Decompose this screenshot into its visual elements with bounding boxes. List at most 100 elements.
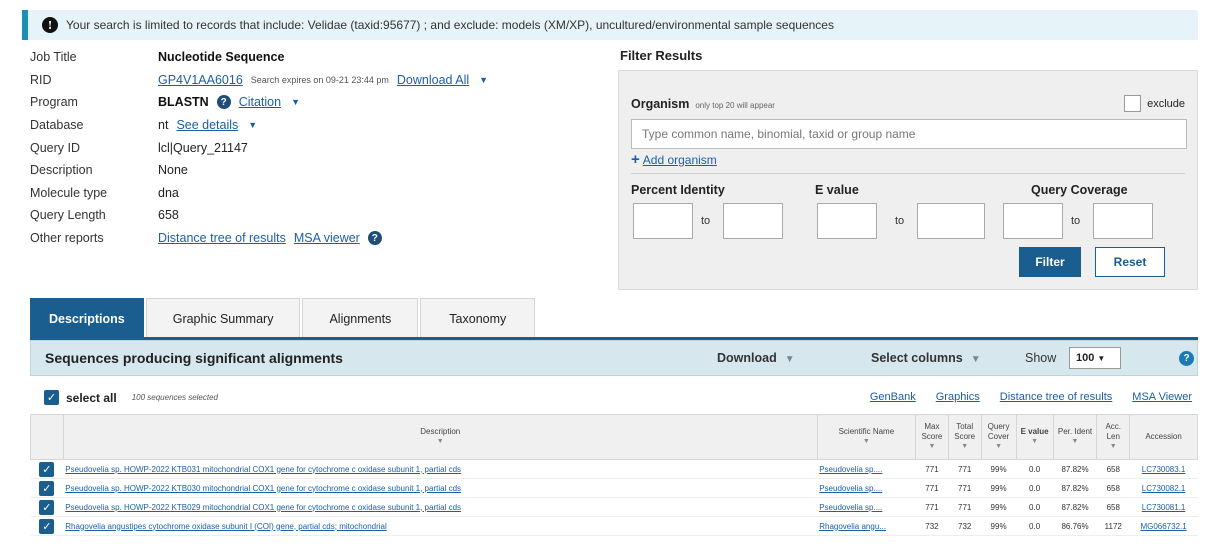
row-max-score: 771 <box>915 497 949 517</box>
filter-button[interactable]: Filter <box>1019 247 1081 277</box>
genbank-link[interactable]: GenBank <box>870 391 916 403</box>
row-checkbox[interactable]: ✓ <box>39 461 55 477</box>
table-row[interactable]: ✓ Pseudovelia sp. HOWP-2022 KTB031 mitoc… <box>30 459 1198 479</box>
select-all-control[interactable]: ✓ select all 100 sequences selected <box>44 390 218 405</box>
column-header-total-score[interactable]: Total Score ▼ <box>947 414 982 460</box>
percent-identity-label: Percent Identity <box>631 183 725 197</box>
query-coverage-min-input[interactable] <box>1003 203 1063 239</box>
exclude-checkbox[interactable] <box>1124 95 1142 112</box>
download-all-link[interactable]: Download All <box>397 73 469 87</box>
percent-identity-min-input[interactable] <box>633 203 693 239</box>
percent-identity-max-input[interactable] <box>723 203 783 239</box>
row-scientific-name-link[interactable]: Rhagovelia angu... <box>819 522 886 531</box>
column-header-scientific-name[interactable]: Scientific Name ▼ <box>816 414 917 460</box>
column-header-label: Total Score <box>954 422 976 441</box>
tab-descriptions[interactable]: Descriptions <box>30 298 144 338</box>
filter-results-title: Filter Results <box>620 48 703 63</box>
select-all-checkbox[interactable]: ✓ <box>44 390 59 405</box>
add-organism[interactable]: + Add organism <box>631 151 717 168</box>
to-label: to <box>1071 215 1081 227</box>
column-header-e-value[interactable]: E value ▼ <box>1015 414 1054 460</box>
plus-icon[interactable]: + <box>631 151 640 168</box>
msa-viewer-link[interactable]: MSA Viewer <box>1132 391 1192 403</box>
exclude-control[interactable]: exclude <box>1124 95 1185 112</box>
msa-viewer-link[interactable]: MSA viewer <box>294 231 360 245</box>
to-label: to <box>701 215 711 227</box>
row-checkbox[interactable]: ✓ <box>39 518 55 534</box>
citation-link[interactable]: Citation <box>239 95 281 109</box>
sort-icon[interactable]: ▼ <box>1099 442 1127 452</box>
show-label: Show <box>1025 351 1057 365</box>
sort-icon[interactable]: ▼ <box>1019 437 1051 447</box>
sort-icon[interactable]: ▼ <box>820 437 913 447</box>
table-header-row: Description ▼ Scientific Name ▼ Max Score ▼… <box>30 414 1198 460</box>
row-description-link[interactable]: Rhagovelia angustipes cytochrome oxidase… <box>65 522 387 531</box>
column-header-per-ident[interactable]: Per. Ident ▼ <box>1052 414 1098 460</box>
row-query-cover: 99% <box>981 459 1017 479</box>
row-accession-link[interactable]: LC730083.1 <box>1142 465 1186 474</box>
see-details-link[interactable]: See details <box>176 118 238 132</box>
row-per-ident: 87.82% <box>1053 497 1097 517</box>
row-accession-link[interactable]: MG066732.1 <box>1140 522 1186 531</box>
tab-alignments[interactable]: Alignments <box>302 298 419 338</box>
table-row[interactable]: ✓ Rhagovelia angustipes cytochrome oxida… <box>30 516 1198 536</box>
sort-icon[interactable]: ▼ <box>1056 437 1095 447</box>
row-scientific-name-link[interactable]: Pseudovelia sp.... <box>819 503 882 512</box>
row-scientific-name-link[interactable]: Pseudovelia sp.... <box>819 465 882 474</box>
divider <box>631 173 1185 174</box>
sort-icon[interactable]: ▼ <box>951 442 979 452</box>
organism-input[interactable] <box>631 119 1187 149</box>
results-header: Sequences producing significant alignmen… <box>30 340 1198 376</box>
column-header-acc-len[interactable]: Acc. Len ▼ <box>1096 414 1131 460</box>
chevron-down-icon[interactable]: ▼ <box>248 120 257 130</box>
row-checkbox[interactable]: ✓ <box>39 499 55 515</box>
row-description-link[interactable]: Pseudovelia sp. HOWP-2022 KTB029 mitocho… <box>65 503 461 512</box>
row-description-link[interactable]: Pseudovelia sp. HOWP-2022 KTB031 mitocho… <box>65 465 461 474</box>
row-total-score: 771 <box>948 478 982 498</box>
help-icon[interactable]: ? <box>367 231 382 246</box>
row-accession-link[interactable]: LC730082.1 <box>1142 484 1186 493</box>
select-columns-menu[interactable]: Select columns ▼ <box>871 351 981 365</box>
row-acc-len: 658 <box>1096 478 1130 498</box>
sort-icon[interactable]: ▼ <box>984 442 1014 452</box>
query-length-row: Query Length 658 <box>30 204 610 227</box>
help-icon[interactable]: ? <box>1179 351 1194 366</box>
sort-icon[interactable]: ▼ <box>66 437 815 447</box>
show-count-select[interactable]: 100 ▼ <box>1069 347 1121 369</box>
distance-tree-link[interactable]: Distance tree of results <box>1000 391 1113 403</box>
other-reports-label: Other reports <box>30 231 104 246</box>
graphics-link[interactable]: Graphics <box>936 391 980 403</box>
show-count-value: 100 <box>1076 352 1095 364</box>
help-icon[interactable]: ? <box>216 95 231 110</box>
column-header-description[interactable]: Description ▼ <box>62 414 818 460</box>
column-header-max-score[interactable]: Max Score ▼ <box>915 414 949 460</box>
e-value-max-input[interactable] <box>917 203 985 239</box>
rid-link[interactable]: GP4V1AA6016 <box>158 73 243 87</box>
e-value-min-input[interactable] <box>817 203 877 239</box>
tab-taxonomy[interactable]: Taxonomy <box>420 298 536 338</box>
column-header-accession[interactable]: Accession <box>1129 414 1198 460</box>
select-all-label: select all <box>66 390 117 405</box>
row-description-link[interactable]: Pseudovelia sp. HOWP-2022 KTB030 mitocho… <box>65 484 461 493</box>
row-max-score: 771 <box>915 478 949 498</box>
row-checkbox[interactable]: ✓ <box>39 480 55 496</box>
table-row[interactable]: ✓ Pseudovelia sp. HOWP-2022 KTB030 mitoc… <box>30 478 1198 498</box>
add-organism-link[interactable]: Add organism <box>643 153 717 167</box>
row-max-score: 771 <box>915 459 949 479</box>
chevron-down-icon[interactable]: ▼ <box>479 75 488 85</box>
download-menu[interactable]: Download ▼ <box>717 351 795 365</box>
row-e-value: 0.0 <box>1016 459 1054 479</box>
results-title: Sequences producing significant alignmen… <box>45 350 343 366</box>
job-title-row: Job Title Nucleotide Sequence <box>30 46 610 69</box>
tab-graphic-summary[interactable]: Graphic Summary <box>145 298 301 338</box>
reset-button[interactable]: Reset <box>1095 247 1165 277</box>
distance-tree-link[interactable]: Distance tree of results <box>158 231 286 245</box>
table-row[interactable]: ✓ Pseudovelia sp. HOWP-2022 KTB029 mitoc… <box>30 497 1198 517</box>
row-accession-link[interactable]: LC730081.1 <box>1142 503 1186 512</box>
row-scientific-name-link[interactable]: Pseudovelia sp.... <box>819 484 882 493</box>
column-header-query-cover[interactable]: Query Cover ▼ <box>980 414 1017 460</box>
molecule-label: Molecule type <box>30 185 108 200</box>
sort-icon[interactable]: ▼ <box>918 442 946 452</box>
query-coverage-max-input[interactable] <box>1093 203 1153 239</box>
chevron-down-icon[interactable]: ▼ <box>291 97 300 107</box>
